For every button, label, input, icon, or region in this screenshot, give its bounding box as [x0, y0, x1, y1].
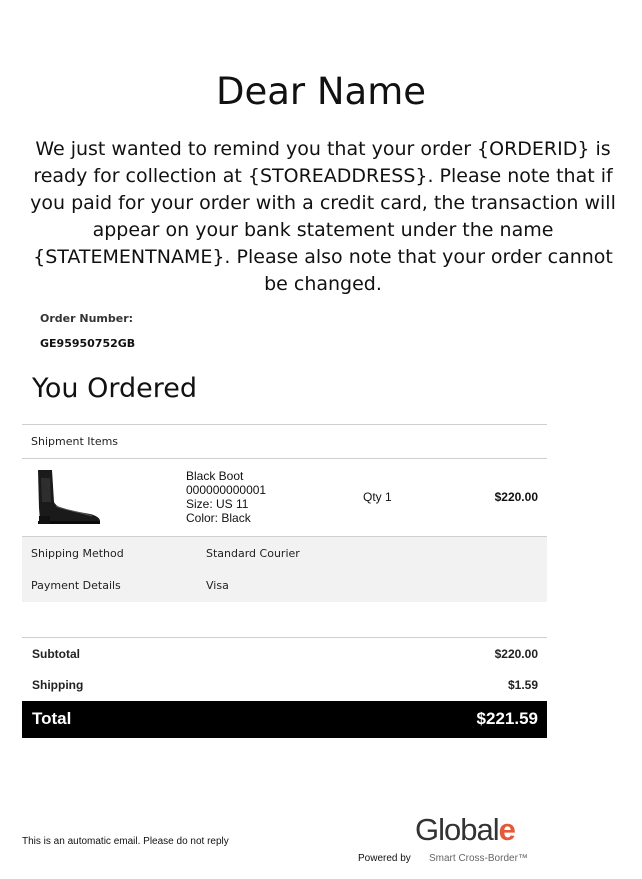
subtotal-label: Subtotal	[32, 647, 80, 661]
shipment-items-heading: Shipment Items	[31, 435, 119, 448]
powered-by-label: Powered by	[358, 853, 411, 864]
total-value: $221.59	[476, 709, 538, 728]
product-quantity: Qty 1	[363, 490, 392, 504]
product-size: Size: US 11	[186, 497, 249, 511]
order-number-label: Order Number:	[40, 312, 134, 325]
shipping-value: $1.59	[507, 678, 538, 692]
logo-tagline: Smart Cross-Border™	[429, 853, 528, 864]
product-price: $220.00	[494, 490, 538, 504]
you-ordered-heading: You Ordered	[32, 373, 198, 404]
payment-details-label: Payment Details	[31, 579, 121, 592]
divider	[22, 637, 547, 638]
divider	[22, 458, 547, 459]
logo-text: Global	[415, 812, 500, 847]
shipping-method-value: Standard Courier	[206, 547, 300, 560]
product-image-boot[interactable]	[30, 468, 102, 526]
footer-note: This is an automatic email. Please do no…	[22, 836, 229, 847]
payment-details-value: Visa	[206, 579, 229, 592]
total-bar	[22, 701, 547, 738]
boot-icon	[38, 470, 100, 524]
shipping-method-label: Shipping Method	[31, 547, 124, 560]
product-sku: 000000000001	[186, 483, 267, 497]
order-number: GE95950752GB	[40, 337, 136, 350]
subtotal-value: $220.00	[494, 647, 538, 661]
global-e-logo[interactable]: Globale	[415, 812, 516, 848]
logo-e-mark: e	[498, 812, 516, 847]
product-color: Color: Black	[186, 511, 251, 525]
email-greeting: Dear Name	[215, 70, 427, 113]
total-label: Total	[32, 709, 72, 728]
product-name[interactable]: Black Boot	[186, 469, 266, 483]
email-intro-text: We just wanted to remind you that your o…	[30, 138, 616, 295]
shipping-label: Shipping	[32, 678, 84, 692]
divider	[22, 424, 547, 425]
product-details: Black Boot 000000000001 Size: US 11 Colo…	[186, 469, 266, 525]
